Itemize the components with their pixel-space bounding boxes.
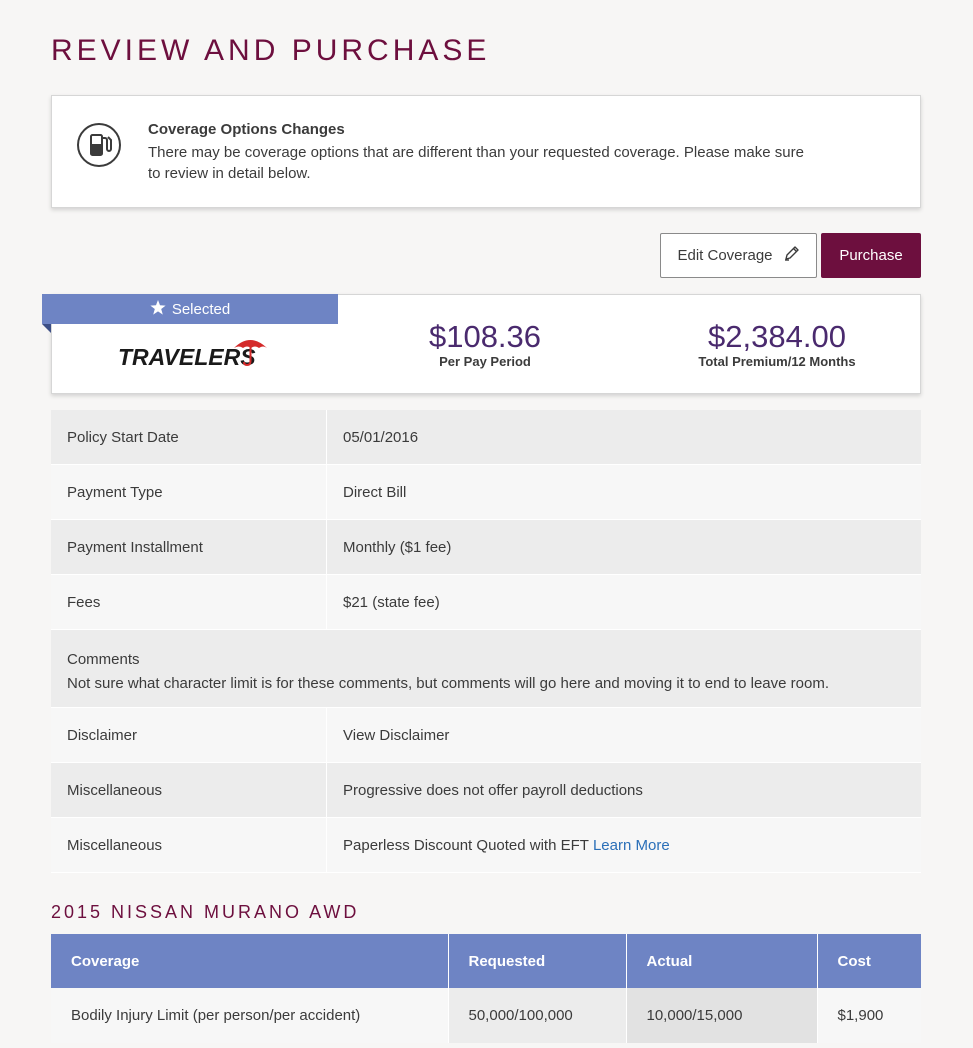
- edit-coverage-label: Edit Coverage: [677, 247, 773, 264]
- detail-value: Progressive does not offer payroll deduc…: [343, 781, 643, 799]
- detail-row: Miscellaneous Paperless Discount Quoted …: [51, 818, 921, 873]
- comments-label: Comments: [67, 651, 140, 668]
- detail-value: Direct Bill: [343, 483, 407, 501]
- learn-more-link[interactable]: Learn More: [593, 837, 670, 854]
- per-period-price: $108.36 Per Pay Period: [385, 318, 585, 369]
- coverage-table-header: Coverage Requested Actual Cost: [51, 934, 921, 988]
- svg-text:TRAVELERS: TRAVELERS: [118, 344, 256, 370]
- view-disclaimer-link[interactable]: View Disclaimer: [327, 708, 921, 762]
- detail-row: Miscellaneous Progressive does not offer…: [51, 763, 921, 818]
- pencil-icon: [783, 245, 800, 266]
- detail-value: 05/01/2016: [343, 428, 419, 446]
- actual-cell: 10,000/15,000: [626, 988, 818, 1043]
- detail-label: Miscellaneous: [51, 818, 327, 872]
- requested-cell: 50,000/100,000: [448, 988, 627, 1043]
- purchase-button[interactable]: Purchase: [821, 233, 921, 278]
- per-period-caption: Per Pay Period: [439, 354, 531, 369]
- comments-row: Comments Not sure what character limit i…: [51, 630, 921, 708]
- detail-row: Disclaimer View Disclaimer: [51, 708, 921, 763]
- detail-label: Disclaimer: [51, 708, 327, 762]
- detail-row: Payment Installment Monthly ($1 fee): [51, 520, 921, 575]
- detail-value: $21 (state fee): [343, 593, 440, 611]
- comments-value: Not sure what character limit is for the…: [67, 675, 829, 692]
- detail-row: Payment Type Direct Bill: [51, 465, 921, 520]
- column-header-actual: Actual: [626, 934, 818, 988]
- detail-label: Payment Type: [51, 465, 327, 519]
- star-icon: [150, 299, 166, 319]
- detail-value: Monthly ($1 fee): [343, 538, 452, 556]
- notice-title: Coverage Options Changes: [148, 121, 345, 138]
- ribbon-fold: [42, 324, 51, 333]
- gas-pump-icon: [76, 122, 122, 168]
- selected-badge: Selected: [42, 294, 338, 324]
- detail-label: Fees: [51, 575, 327, 629]
- vehicle-title: 2015 NISSAN MURANO AWD: [51, 902, 360, 922]
- coverage-table: Coverage Requested Actual Cost Bodily In…: [51, 934, 921, 1043]
- detail-label: Miscellaneous: [51, 763, 327, 817]
- total-premium: $2,384.00 Total Premium/12 Months: [662, 318, 892, 369]
- paperless-discount-text: Paperless Discount Quoted with EFT: [343, 836, 589, 854]
- detail-label: Payment Installment: [51, 520, 327, 574]
- table-row: Bodily Injury Limit (per person/per acci…: [51, 988, 921, 1043]
- selected-badge-label: Selected: [171, 300, 231, 318]
- coverage-cell: Bodily Injury Limit (per person/per acci…: [51, 988, 449, 1043]
- detail-row: Policy Start Date 05/01/2016: [51, 410, 921, 465]
- detail-label: Policy Start Date: [51, 410, 327, 464]
- travelers-logo: TRAVELERS: [118, 334, 270, 370]
- column-header-coverage: Coverage: [51, 934, 449, 988]
- policy-details: Policy Start Date 05/01/2016 Payment Typ…: [51, 410, 921, 873]
- detail-row: Fees $21 (state fee): [51, 575, 921, 630]
- edit-coverage-button[interactable]: Edit Coverage: [660, 233, 817, 278]
- per-period-amount: $108.36: [428, 319, 542, 354]
- column-header-cost: Cost: [817, 934, 921, 988]
- detail-value: Paperless Discount Quoted with EFT Learn…: [327, 818, 921, 872]
- column-header-requested: Requested: [448, 934, 627, 988]
- cost-cell: $1,900: [817, 988, 921, 1043]
- total-caption: Total Premium/12 Months: [698, 354, 856, 369]
- page-title: REVIEW AND PURCHASE: [51, 34, 491, 67]
- notice-body: There may be coverage options that are d…: [148, 144, 804, 182]
- total-amount: $2,384.00: [708, 319, 846, 354]
- coverage-changes-notice: Coverage Options Changes There may be co…: [51, 95, 921, 208]
